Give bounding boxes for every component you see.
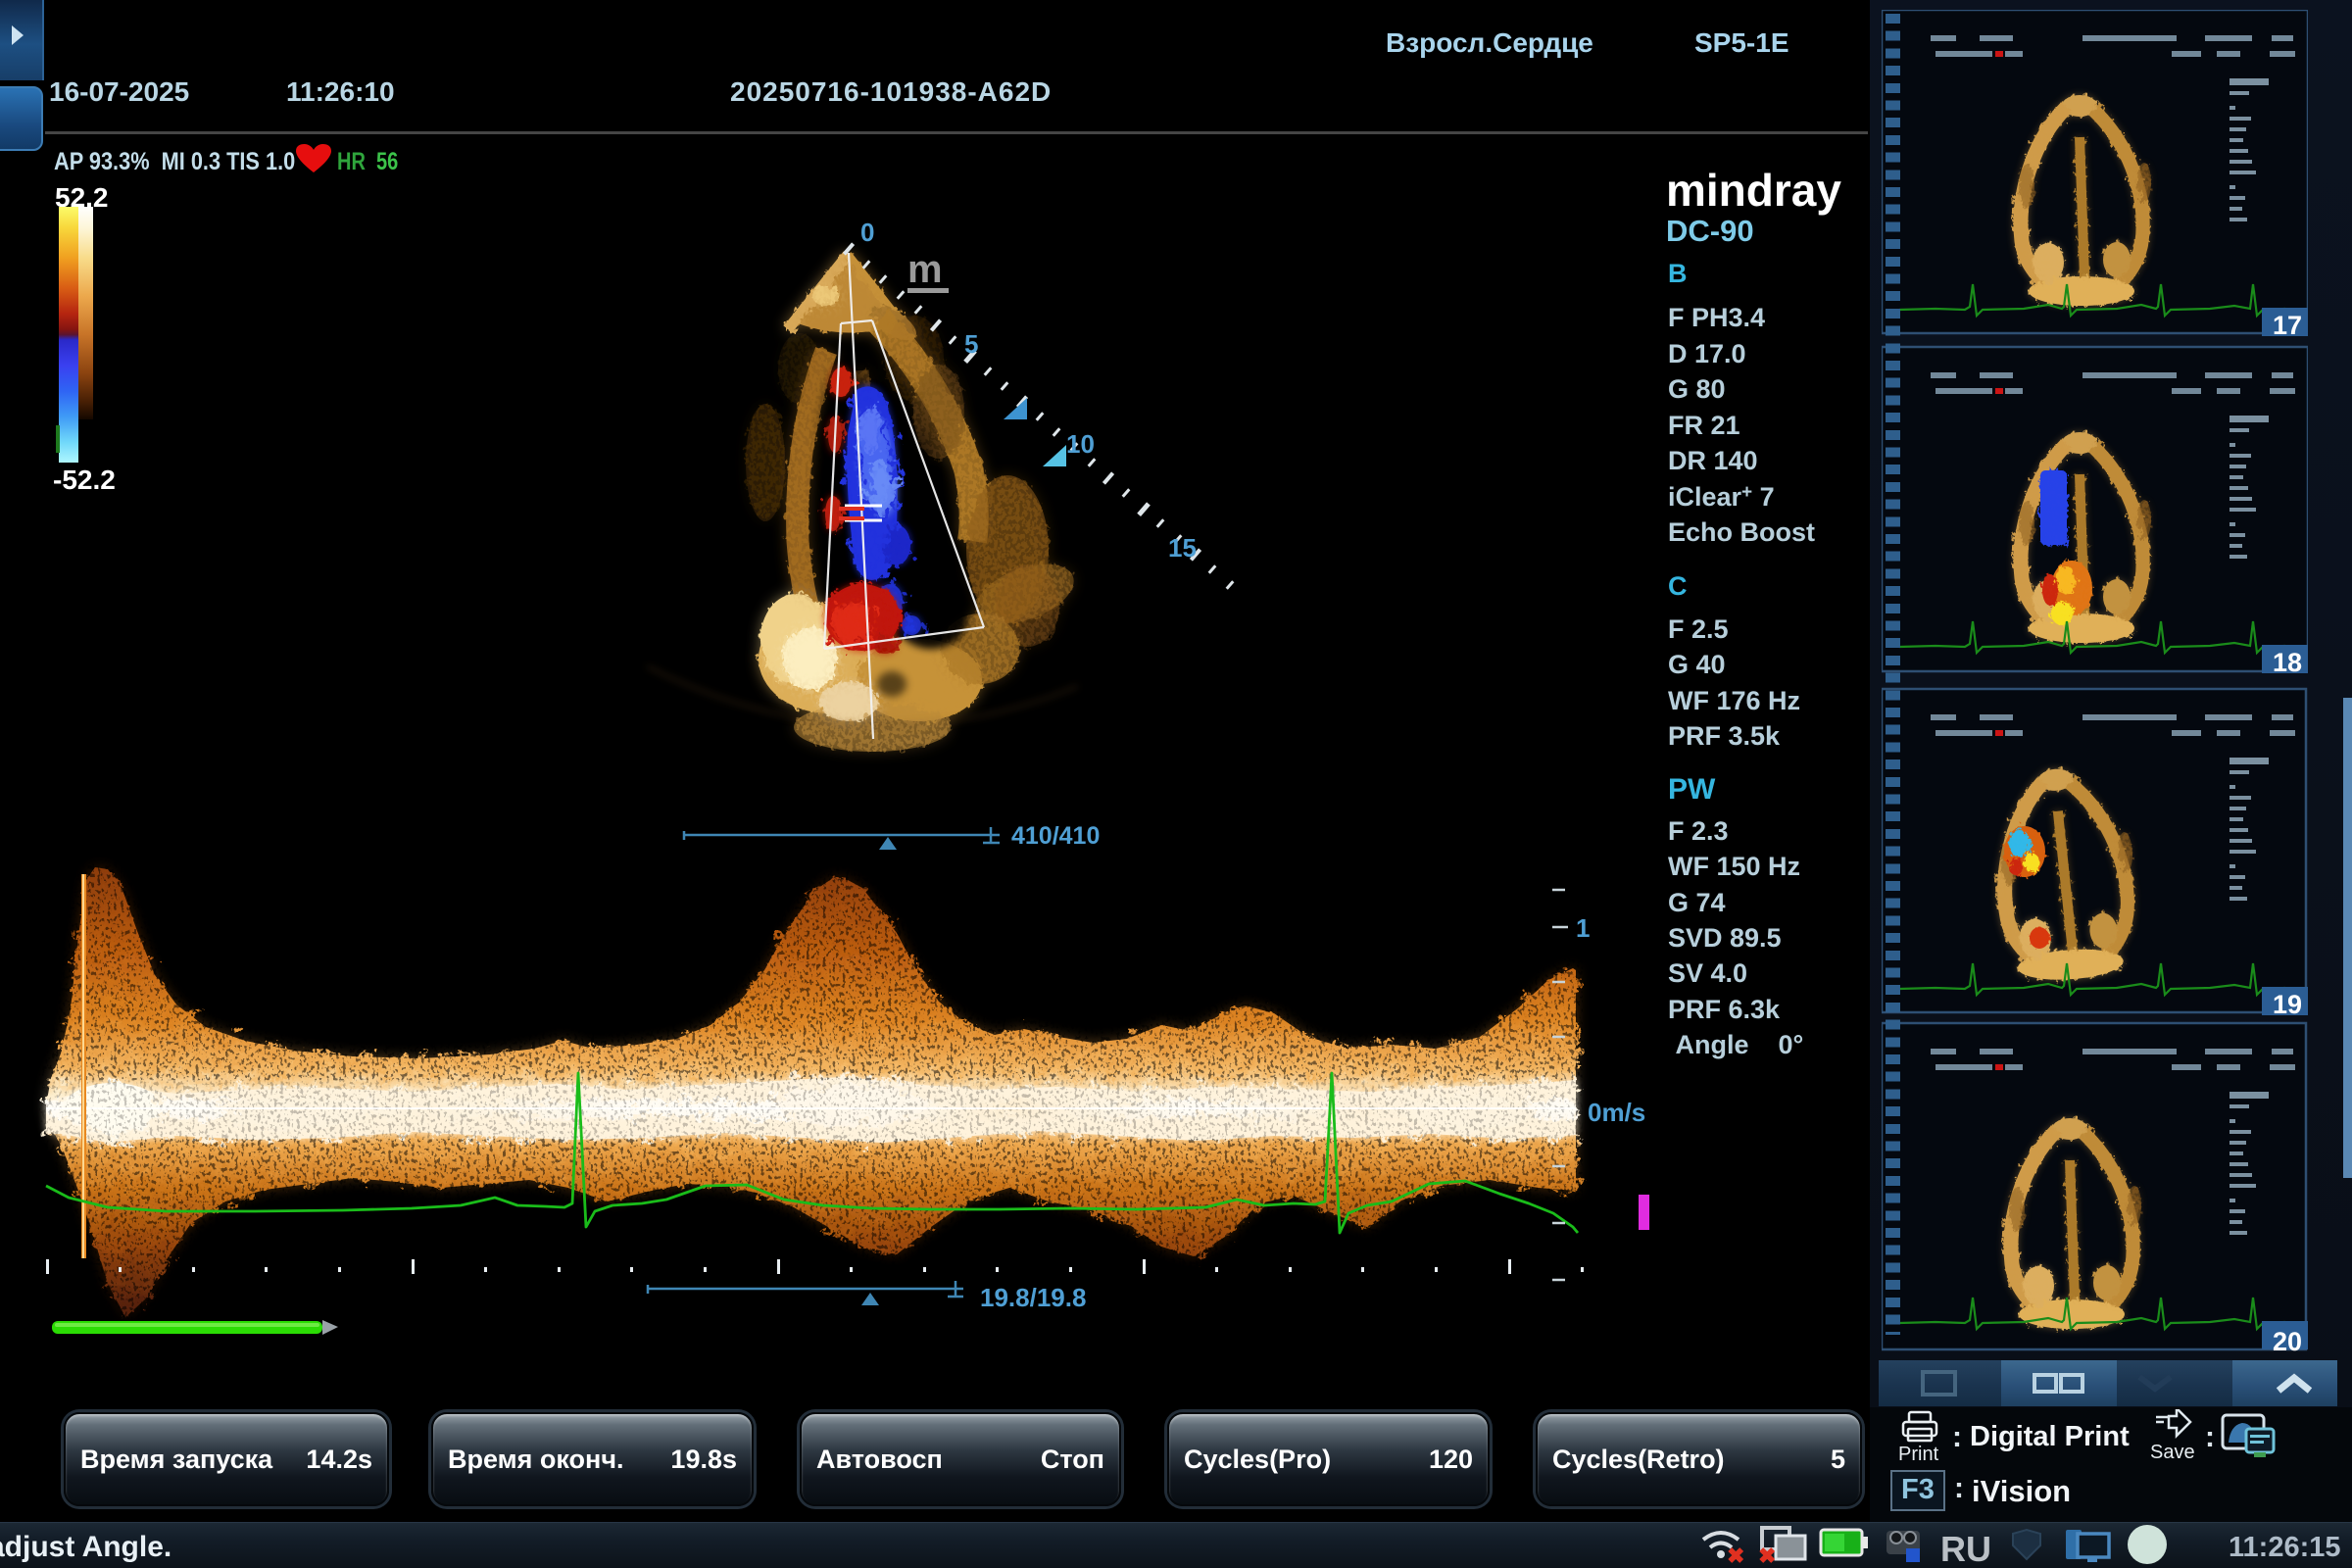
svg-text:RU: RU [1940,1529,1991,1568]
svg-text:✖: ✖ [1758,1544,1776,1568]
svg-text:0m/s: 0m/s [1588,1098,1645,1127]
svg-text:10: 10 [1066,429,1095,459]
svg-text:0: 0 [860,218,874,247]
svg-text:19: 19 [2273,990,2302,1019]
svg-text:5: 5 [964,329,978,359]
svg-text:20: 20 [2273,1327,2302,1352]
svg-text:1: 1 [1576,913,1590,943]
svg-text:17: 17 [2273,311,2302,340]
svg-text:Save: Save [2150,1442,2195,1463]
svg-text::: : [1952,1421,1962,1453]
svg-text:m: m [907,248,943,291]
svg-text:✖: ✖ [1727,1544,1744,1568]
svg-text:19.8/19.8: 19.8/19.8 [980,1283,1086,1312]
svg-text:18: 18 [2273,648,2302,677]
svg-text:15: 15 [1168,533,1197,563]
svg-text::: : [2205,1421,2215,1453]
svg-text:Print: Print [1898,1444,1939,1465]
